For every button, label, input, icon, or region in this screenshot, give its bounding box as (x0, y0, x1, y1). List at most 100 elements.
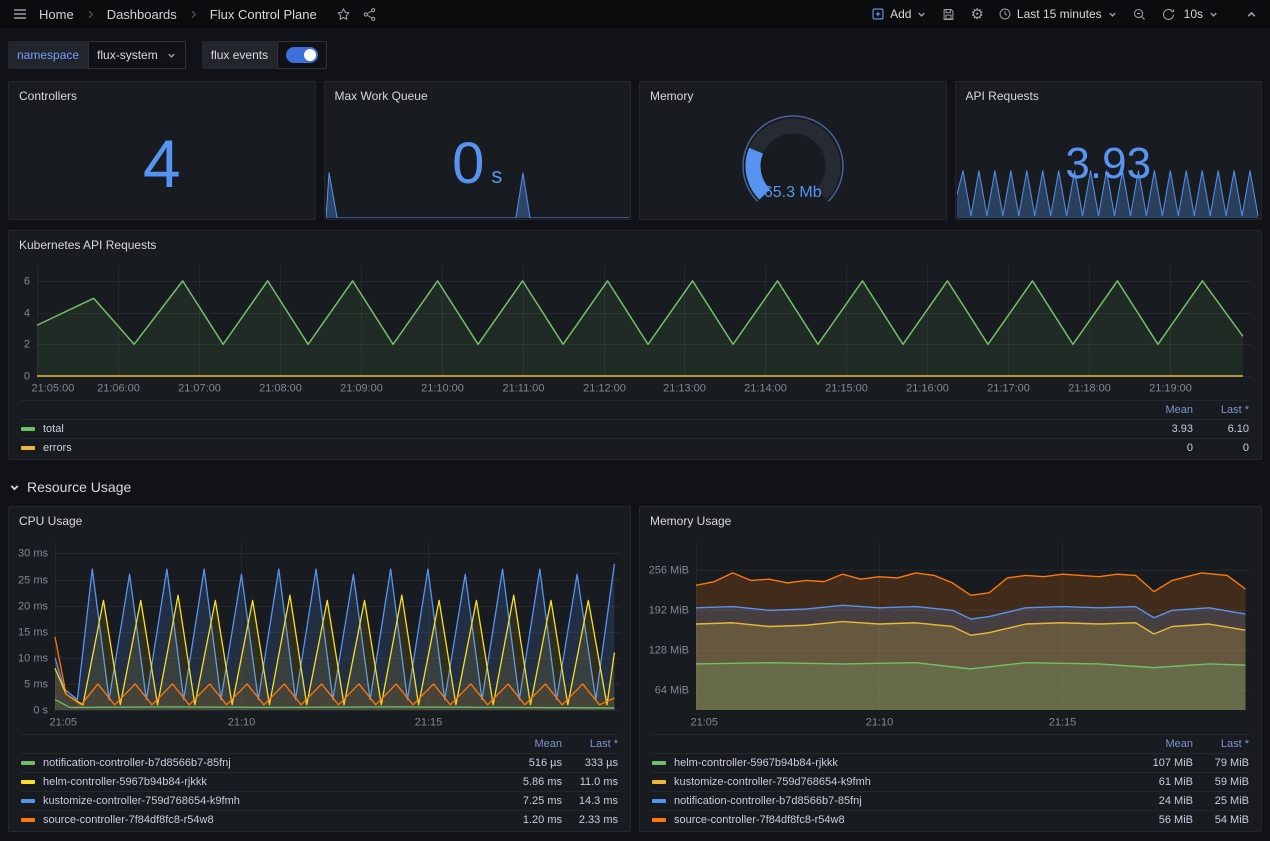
series-mean: 0 (1123, 442, 1193, 454)
series-last: 11.0 ms (562, 776, 618, 788)
series-swatch (21, 818, 35, 822)
namespace-variable-label[interactable]: namespace (8, 41, 88, 69)
series-name[interactable]: total (43, 423, 64, 435)
api-requests-stat-panel: API Requests 3.93 (955, 81, 1263, 220)
legend-last-header[interactable]: Last * (562, 738, 618, 750)
legend-mean-header[interactable]: Mean (492, 738, 562, 750)
chevron-down-icon (916, 9, 927, 20)
flux-events-toggle[interactable] (286, 47, 318, 63)
legend-row: errors 0 0 (21, 438, 1249, 457)
legend-row: kustomize-controller-759d768654-k9fmh 61… (652, 772, 1249, 791)
chevron-right-icon (188, 9, 199, 20)
series-name[interactable]: kustomize-controller-759d768654-k9fmh (43, 795, 240, 807)
breadcrumb-dashboards[interactable]: Dashboards (107, 7, 177, 22)
series-swatch (21, 799, 35, 803)
legend-last-header[interactable]: Last * (1193, 404, 1249, 416)
series-swatch (21, 446, 35, 450)
breadcrumb-home[interactable]: Home (39, 7, 74, 22)
controllers-stat-panel: Controllers 4 (8, 81, 316, 220)
cpu-usage-chart[interactable] (9, 535, 630, 734)
flux-events-label: flux events (202, 41, 277, 69)
chevron-down-icon (1107, 9, 1118, 20)
legend-row: notification-controller-b7d8566b7-85fnj … (652, 791, 1249, 810)
resource-usage-section-header[interactable]: Resource Usage (8, 476, 1262, 498)
namespace-variable: namespace flux-system (8, 41, 186, 69)
time-range-picker[interactable]: Last 15 minutes (998, 7, 1118, 21)
legend-header: Mean Last * (21, 400, 1249, 419)
series-swatch (21, 761, 35, 765)
series-swatch (652, 818, 666, 822)
legend-row: helm-controller-5967b94b84-rjkkk 107 MiB… (652, 753, 1249, 772)
chevron-up-icon[interactable] (1245, 8, 1258, 21)
chevron-down-icon (1208, 9, 1219, 20)
series-swatch (21, 780, 35, 784)
legend-row: kustomize-controller-759d768654-k9fmh 7.… (21, 791, 618, 810)
panel-title[interactable]: API Requests (956, 82, 1262, 110)
panel-title[interactable]: Kubernetes API Requests (9, 231, 1261, 259)
series-mean: 1.20 ms (492, 814, 562, 826)
series-last: 2.33 ms (562, 814, 618, 826)
series-swatch (21, 427, 35, 431)
series-last: 79 MiB (1193, 757, 1249, 769)
legend-mean-header[interactable]: Mean (1123, 738, 1193, 750)
series-name[interactable]: source-controller-7f84df8fc8-r54w8 (43, 814, 214, 826)
series-mean: 61 MiB (1123, 776, 1193, 788)
gear-icon[interactable]: ⚙ (970, 7, 983, 22)
top-nav: Home Dashboards Flux Control Plane Add (0, 0, 1270, 28)
api-requests-sparkline (957, 164, 1261, 218)
series-name[interactable]: helm-controller-5967b94b84-rjkkk (43, 776, 207, 788)
legend: Mean Last * notification-controller-b7d8… (9, 734, 630, 831)
clock-icon (998, 7, 1012, 21)
save-icon[interactable] (941, 7, 956, 22)
legend-header: Mean Last * (21, 734, 618, 753)
menu-icon[interactable] (12, 6, 28, 22)
star-icon[interactable] (336, 7, 351, 22)
stat-panels-row: Controllers 4 Max Work Queue 0 s Memory … (0, 81, 1270, 220)
kubernetes-api-requests-chart[interactable] (9, 259, 1261, 400)
series-mean: 107 MiB (1123, 757, 1193, 769)
series-last: 6.10 (1193, 423, 1249, 435)
zoom-out-icon[interactable] (1132, 7, 1147, 22)
panel-title[interactable]: Max Work Queue (325, 82, 631, 110)
legend-row: helm-controller-5967b94b84-rjkkk 5.86 ms… (21, 772, 618, 791)
legend-row: source-controller-7f84df8fc8-r54w8 56 Mi… (652, 810, 1249, 829)
series-last: 59 MiB (1193, 776, 1249, 788)
series-last: 25 MiB (1193, 795, 1249, 807)
time-range-label: Last 15 minutes (1017, 7, 1102, 21)
series-name[interactable]: notification-controller-b7d8566b7-85fnj (43, 757, 231, 769)
panel-title[interactable]: Memory Usage (640, 507, 1261, 535)
series-name[interactable]: errors (43, 442, 72, 454)
kubernetes-api-requests-panel: Kubernetes API Requests Mean Last * tota… (8, 230, 1262, 460)
series-last: 333 µs (562, 757, 618, 769)
refresh-icon[interactable] (1161, 7, 1176, 22)
legend-header: Mean Last * (652, 734, 1249, 753)
series-last: 0 (1193, 442, 1249, 454)
series-mean: 24 MiB (1123, 795, 1193, 807)
add-button-label: Add (890, 7, 911, 21)
series-name[interactable]: source-controller-7f84df8fc8-r54w8 (674, 814, 845, 826)
series-last: 14.3 ms (562, 795, 618, 807)
series-name[interactable]: notification-controller-b7d8566b7-85fnj (674, 795, 862, 807)
series-swatch (652, 761, 666, 765)
panel-title[interactable]: CPU Usage (9, 507, 630, 535)
memory-usage-chart[interactable] (640, 535, 1261, 734)
panel-title[interactable]: Controllers (9, 82, 315, 110)
legend-mean-header[interactable]: Mean (1123, 404, 1193, 416)
legend-row: source-controller-7f84df8fc8-r54w8 1.20 … (21, 810, 618, 829)
share-icon[interactable] (362, 7, 377, 22)
legend: Mean Last * total 3.93 6.10 errors 0 0 (9, 400, 1261, 459)
series-name[interactable]: helm-controller-5967b94b84-rjkkk (674, 757, 838, 769)
namespace-variable-value: flux-system (97, 48, 158, 62)
refresh-interval-dropdown[interactable]: 10s (1184, 7, 1219, 21)
dashboard-controls-row: namespace flux-system flux events (0, 28, 1270, 81)
series-mean: 56 MiB (1123, 814, 1193, 826)
series-name[interactable]: kustomize-controller-759d768654-k9fmh (674, 776, 871, 788)
namespace-variable-dropdown[interactable]: flux-system (88, 41, 186, 69)
memory-usage-panel: Memory Usage Mean Last * helm-controller… (639, 506, 1262, 832)
memory-gauge-value: 65.3 Mb (640, 184, 946, 202)
panel-add-icon (871, 7, 885, 21)
add-button[interactable]: Add (871, 7, 927, 21)
series-mean: 516 µs (492, 757, 562, 769)
legend-last-header[interactable]: Last * (1193, 738, 1249, 750)
series-swatch (652, 799, 666, 803)
